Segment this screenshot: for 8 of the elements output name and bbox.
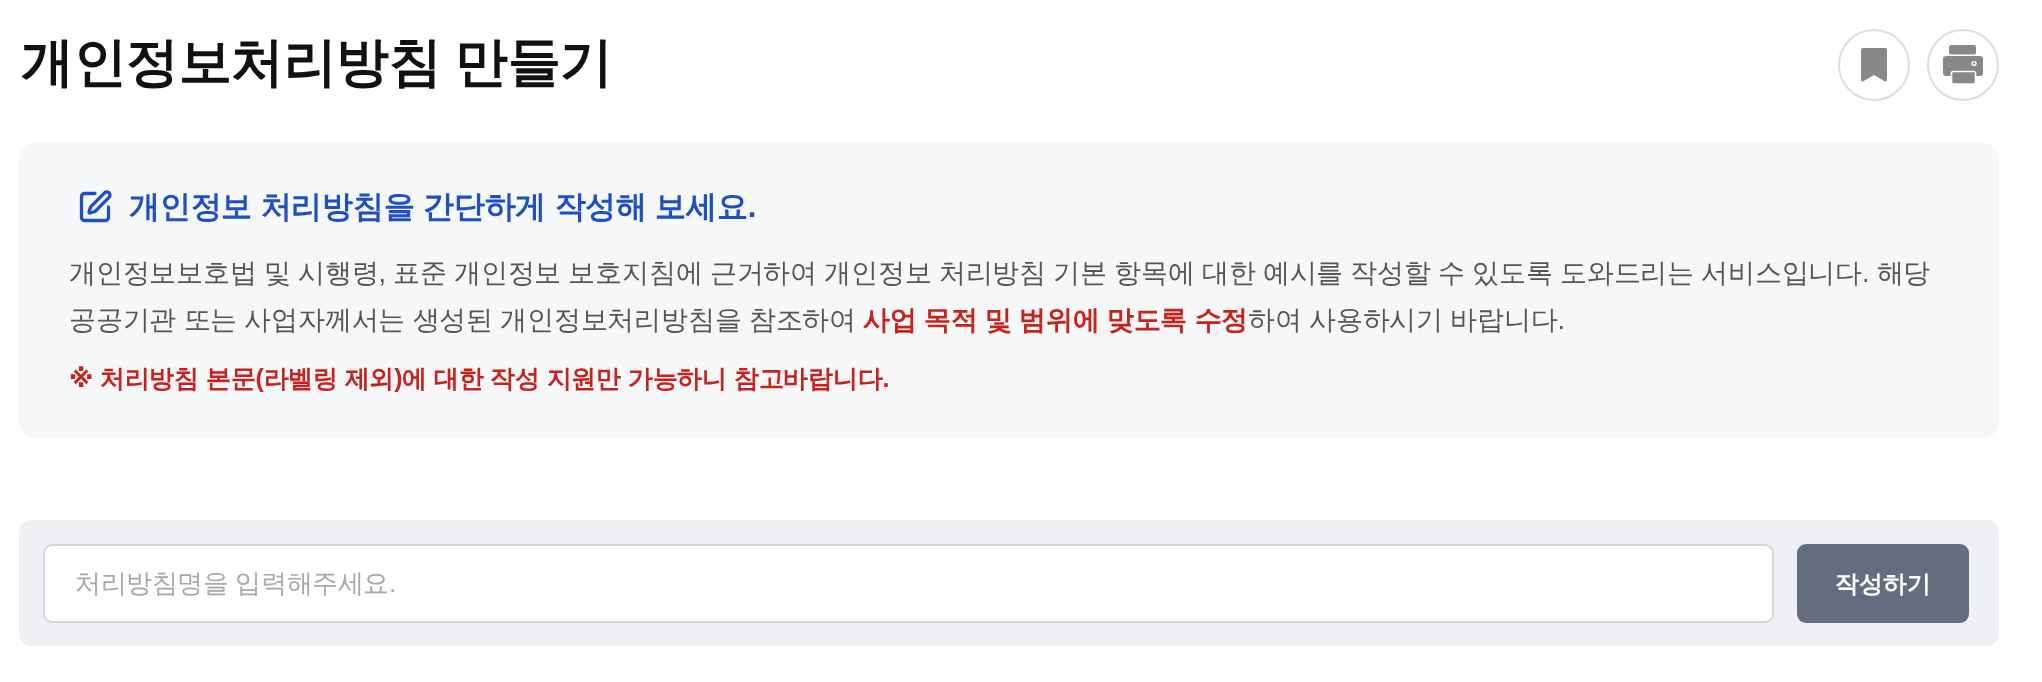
policy-name-input[interactable]: 처리방침명을 입력해주세요. <box>43 544 1774 624</box>
printer-icon <box>1943 45 1983 85</box>
info-description: 개인정보보호법 및 시행령, 표준 개인정보 보호지침에 근거하여 개인정보 처리방침 기본 항목에 대한 예시를 작성할 수 있도록 도와드리는 서비스입니다. 해당 공공기관 또는 사업자께서는 생성된 개인정보처리방침을 참조하여 사업 목적 및 범위에 맞도록 수정하여 사용하시기 바랍니다. <box>69 257 1932 338</box>
info-heading: 개인정보 처리방침을 간단하게 작성해 보세요. <box>129 188 757 226</box>
page-title: 개인정보처리방침 만들기 <box>21 31 613 94</box>
notice-text: ※ 처리방침 본문(라벨링 제외)에 대한 작성 지원만 가능하니 참고바랍니다. <box>69 363 891 395</box>
bookmark-icon <box>1861 48 1887 82</box>
submit-button[interactable]: 작성하기 <box>1797 544 1969 624</box>
